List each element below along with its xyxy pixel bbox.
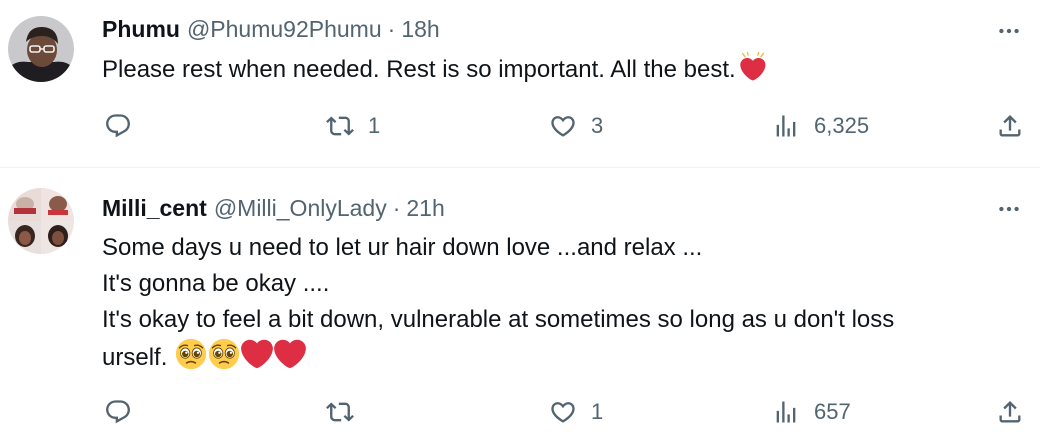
tweet-text-line: urself. (102, 338, 1022, 381)
repost-icon (326, 112, 354, 140)
views-icon (772, 398, 800, 426)
avatar[interactable] (8, 16, 74, 82)
repost-button[interactable]: 1 (326, 108, 380, 144)
tweet-text: Some days u need to let ur hair down lov… (102, 230, 1022, 381)
tweet-header: Milli_cent @Milli_OnlyLady · 21h (102, 192, 445, 224)
handle[interactable]: @Phumu92Phumu (187, 13, 382, 45)
separator-dot: · (392, 195, 401, 221)
view-count: 657 (814, 399, 851, 424)
tweet[interactable]: Phumu @Phumu92Phumu · 18h Please rest wh… (0, 0, 1040, 168)
like-icon (549, 112, 577, 140)
like-button[interactable]: 1 (549, 394, 603, 430)
pleading-face-emoji (175, 338, 207, 381)
tweet-text-line: It's gonna be okay .... (102, 270, 330, 297)
display-name[interactable]: Milli_cent (102, 192, 207, 224)
more-icon (996, 18, 1022, 44)
display-name[interactable]: Phumu (102, 13, 180, 45)
reply-icon (104, 112, 132, 140)
share-icon (996, 112, 1024, 140)
avatar[interactable] (8, 188, 74, 254)
more-options-button[interactable] (994, 16, 1024, 46)
avatar-image (8, 188, 74, 254)
reply-button[interactable] (104, 108, 146, 144)
reply-icon (104, 398, 132, 426)
action-bar: 1 3 6,325 (0, 108, 1040, 144)
separator-dot: · (387, 16, 396, 42)
view-count: 6,325 (814, 113, 870, 138)
more-options-button[interactable] (994, 194, 1024, 224)
tweet-header: Phumu @Phumu92Phumu · 18h (102, 13, 440, 45)
timestamp[interactable]: 18h (401, 13, 439, 45)
like-count: 1 (591, 399, 604, 424)
repost-count: 1 (368, 113, 381, 138)
like-count: 3 (591, 113, 604, 138)
tweet-text-line: Please rest when needed. Rest is so impo… (102, 52, 1022, 93)
tweet-text: Please rest when needed. Rest is so impo… (102, 52, 1022, 93)
tweet[interactable]: Milli_cent @Milli_OnlyLady · 21h Some da… (0, 168, 1040, 440)
pleading-face-emoji (208, 338, 240, 381)
views-button[interactable]: 6,325 (772, 108, 869, 144)
handle[interactable]: @Milli_OnlyLady (214, 192, 387, 224)
red-heart-emoji (274, 338, 306, 381)
like-icon (549, 398, 577, 426)
share-icon (996, 398, 1024, 426)
views-button[interactable]: 657 (772, 394, 851, 430)
red-heart-emoji (241, 338, 273, 381)
repost-icon (326, 398, 354, 426)
like-button[interactable]: 3 (549, 108, 603, 144)
repost-button[interactable] (326, 394, 368, 430)
timestamp[interactable]: 21h (406, 192, 444, 224)
tweet-text-line: Some days u need to let ur hair down lov… (102, 234, 703, 261)
more-icon (996, 196, 1022, 222)
share-button[interactable] (996, 108, 1024, 144)
action-bar: 1 657 (0, 394, 1040, 430)
tweet-text-line: It's okay to feel a bit down, vulnerable… (102, 306, 895, 333)
views-icon (772, 112, 800, 140)
reply-button[interactable] (104, 394, 146, 430)
share-button[interactable] (996, 394, 1024, 430)
growing-heart-emoji (737, 52, 769, 93)
avatar-image (8, 16, 74, 82)
